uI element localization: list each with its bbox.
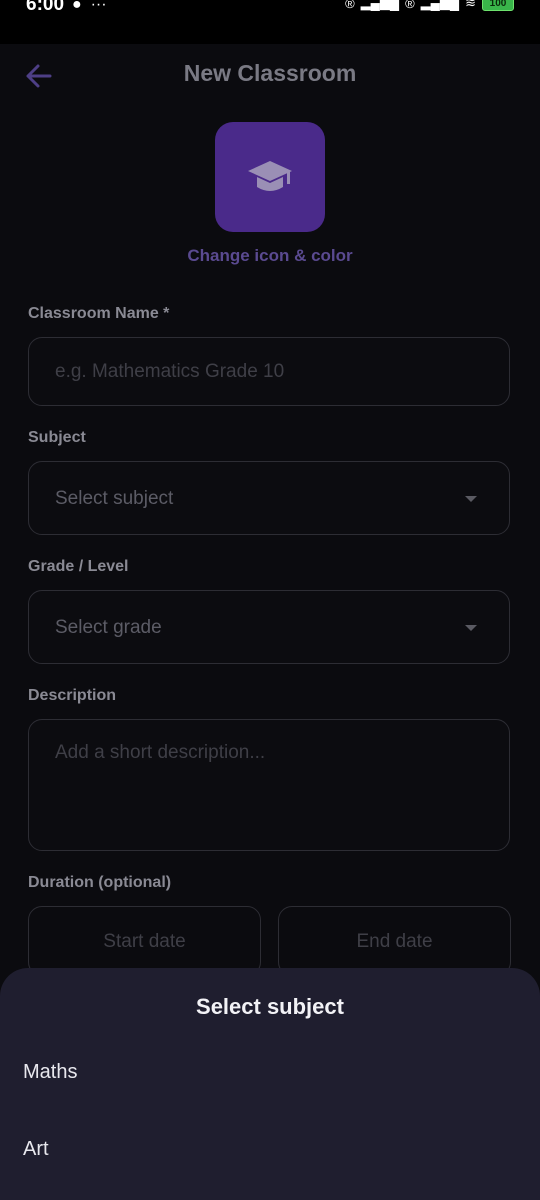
registered-icon: ® bbox=[405, 0, 415, 11]
wifi-icon: ≋ bbox=[465, 0, 476, 10]
graduation-cap-icon bbox=[248, 161, 292, 191]
signal-icon: ▂▄▆█ bbox=[360, 0, 400, 10]
duration-label: Duration (optional) bbox=[28, 874, 172, 891]
grade-select[interactable]: Select grade bbox=[28, 590, 510, 664]
status-time: 6:00 bbox=[26, 0, 65, 15]
subject-label: Subject bbox=[28, 429, 86, 446]
status-right-icons: ® ▂▄▆█ ® ▂▄▆█ ≋ 100 bbox=[345, 0, 514, 11]
status-left-icons: ● ··· bbox=[72, 0, 107, 14]
chat-bubble-icon: ● bbox=[72, 0, 82, 13]
classroom-icon-tile[interactable] bbox=[215, 122, 325, 232]
chevron-down-icon bbox=[465, 625, 477, 631]
change-icon-color-link[interactable]: Change icon & color bbox=[0, 246, 540, 266]
sheet-title: Select subject bbox=[196, 994, 344, 1019]
grade-label: Grade / Level bbox=[28, 558, 129, 575]
subject-placeholder: Select subject bbox=[55, 488, 174, 509]
chevron-down-icon bbox=[465, 496, 477, 502]
grade-placeholder: Select grade bbox=[55, 617, 162, 638]
registered-icon: ® bbox=[345, 0, 355, 11]
classroom-name-placeholder: e.g. Mathematics Grade 10 bbox=[55, 361, 285, 382]
start-date-field[interactable]: Start date bbox=[28, 906, 261, 976]
description-textarea[interactable]: Add a short description... bbox=[28, 719, 510, 851]
more-dots-icon: ··· bbox=[86, 0, 107, 13]
end-date-field[interactable]: End date bbox=[278, 906, 511, 976]
classroom-name-label: Classroom Name * bbox=[28, 305, 170, 322]
classroom-name-input[interactable]: e.g. Mathematics Grade 10 bbox=[28, 337, 510, 406]
status-bar: 6:00 ● ··· ® ▂▄▆█ ® ▂▄▆█ ≋ 100 bbox=[0, 0, 540, 44]
description-label: Description bbox=[28, 687, 117, 704]
subject-option-maths[interactable]: Maths bbox=[23, 1061, 503, 1084]
battery-icon: 100 bbox=[482, 0, 514, 11]
subject-select[interactable]: Select subject bbox=[28, 461, 510, 535]
subject-bottom-sheet: Select subject Maths Art bbox=[0, 968, 540, 1200]
signal-icon: ▂▄▆█ bbox=[420, 0, 460, 10]
subject-option-art[interactable]: Art bbox=[23, 1138, 503, 1161]
page-title: New Classroom bbox=[183, 60, 357, 86]
description-placeholder: Add a short description... bbox=[55, 742, 266, 763]
